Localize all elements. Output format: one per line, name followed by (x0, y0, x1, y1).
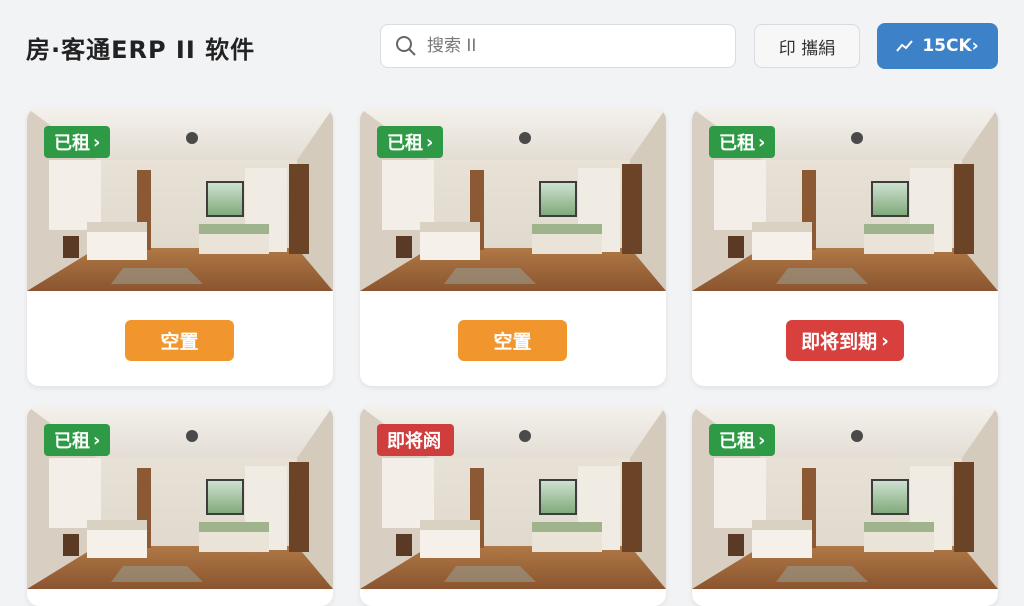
room-tag: 已租 › (44, 126, 111, 158)
room-tag-label: 即将阏 (387, 431, 441, 452)
room-tag-label: 已租 (719, 431, 755, 452)
status-button[interactable]: 空置 (458, 320, 567, 361)
print-button[interactable]: 印 攜絹 (754, 24, 860, 68)
status-label: 即将到期 (801, 331, 878, 353)
status-label: 空置 (493, 331, 532, 353)
room-tag: 已租 › (709, 424, 776, 456)
status-label: 空置 (160, 331, 199, 353)
room-card[interactable]: 已租 › (692, 406, 998, 606)
room-card[interactable]: 已租 › 即将到期 › (692, 108, 998, 386)
arrow-icon: › (426, 131, 434, 153)
room-tag-label: 已租 (719, 133, 755, 154)
trend-icon (896, 40, 914, 52)
room-tag-label: 已租 (54, 133, 90, 154)
room-card[interactable]: 已租 › 空置 (360, 108, 666, 386)
primary-action-label: 15CK› (922, 36, 979, 56)
arrow-icon: › (758, 131, 766, 153)
room-card[interactable]: 已租 › (27, 406, 333, 606)
room-tag-label: 已租 (387, 133, 423, 154)
search-input[interactable] (425, 35, 719, 57)
room-tag: 已租 › (377, 126, 444, 158)
status-button[interactable]: 即将到期 › (786, 320, 904, 361)
search-bar[interactable] (380, 24, 736, 68)
room-card[interactable]: 已租 › 空置 (27, 108, 333, 386)
search-icon (396, 36, 416, 56)
room-tag: 即将阏 (377, 424, 454, 456)
arrow-icon: › (93, 429, 101, 451)
arrow-icon: › (881, 329, 889, 352)
primary-action-button[interactable]: 15CK› (877, 23, 998, 69)
print-button-label: 印 攜絹 (778, 38, 836, 59)
app-title: 房·客通ERP II 软件 (26, 36, 256, 64)
room-card[interactable]: 即将阏 (360, 406, 666, 606)
room-tag-label: 已租 (54, 431, 90, 452)
arrow-icon: › (93, 131, 101, 153)
status-button[interactable]: 空置 (125, 320, 234, 361)
room-tag: 已租 › (709, 126, 776, 158)
room-tag: 已租 › (44, 424, 111, 456)
arrow-icon: › (758, 429, 766, 451)
